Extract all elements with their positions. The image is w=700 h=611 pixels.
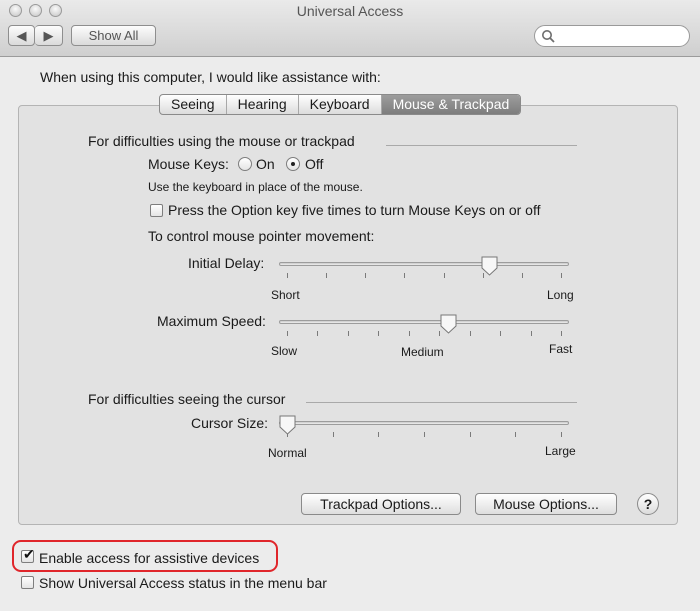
section-divider: [306, 402, 577, 403]
assistive-devices-label: Enable access for assistive devices: [39, 550, 260, 566]
slider-tick: [378, 331, 380, 336]
slider-tick: [365, 273, 367, 278]
slider-tick: [332, 432, 334, 437]
checkmark-icon: ✔: [23, 546, 35, 562]
mouse-keys-on-radio[interactable]: [238, 157, 252, 171]
slider-tick: [408, 331, 410, 336]
slider-tick: [326, 273, 328, 278]
cursor-section-title: For difficulties seeing the cursor: [88, 391, 286, 407]
maximum-speed-label: Maximum Speed:: [157, 313, 266, 329]
cursor-size-slider-thumb[interactable]: [279, 415, 296, 435]
back-button[interactable]: ◀: [8, 25, 35, 46]
show-all-button[interactable]: Show All: [71, 25, 156, 46]
search-icon: [542, 30, 555, 43]
tab-bar: Seeing Hearing Keyboard Mouse & Trackpad: [159, 94, 522, 115]
slider-tick: [469, 331, 471, 336]
slider-tick: [500, 331, 502, 336]
tab-mouse-trackpad[interactable]: Mouse & Trackpad: [381, 95, 521, 114]
cursor-size-max-label: Large: [545, 444, 576, 458]
intro-text: When using this computer, I would like a…: [40, 69, 381, 85]
slider-tick: [378, 432, 380, 437]
section-divider: [386, 145, 577, 146]
mouse-section-title: For difficulties using the mouse or trac…: [88, 133, 355, 149]
slider-tick: [561, 331, 562, 336]
tab-hearing[interactable]: Hearing: [227, 95, 299, 114]
option-key-label: Press the Option key five times to turn …: [168, 202, 541, 218]
status-menu-checkbox[interactable]: [21, 576, 34, 589]
slider-tick: [347, 331, 349, 336]
slider-tick: [561, 273, 562, 278]
mouse-keys-label: Mouse Keys:: [148, 156, 229, 172]
mouse-options-button[interactable]: Mouse Options...: [475, 493, 617, 515]
assistive-devices-checkbox[interactable]: ✔: [21, 546, 35, 563]
maximum-speed-slider-thumb[interactable]: [440, 314, 457, 334]
help-button[interactable]: ?: [637, 493, 659, 515]
slider-tick: [469, 432, 471, 437]
window-title: Universal Access: [296, 3, 404, 19]
slider-tick: [530, 331, 532, 336]
initial-delay-min-label: Short: [271, 288, 300, 302]
forward-button[interactable]: ▶: [35, 25, 63, 46]
maximum-speed-track[interactable]: [279, 320, 569, 324]
slider-tick: [561, 432, 562, 437]
slider-tick: [287, 273, 288, 278]
cursor-size-min-label: Normal: [268, 446, 307, 460]
initial-delay-track[interactable]: [279, 262, 569, 266]
maximum-speed-min-label: Slow: [271, 344, 298, 358]
mouse-keys-hint: Use the keyboard in place of the mouse.: [148, 180, 363, 194]
forward-arrow-icon: ▶: [43, 28, 54, 43]
slider-tick: [521, 273, 523, 278]
status-menu-label: Show Universal Access status in the menu…: [39, 575, 327, 591]
mouse-keys-off-label: Off: [305, 156, 324, 172]
slider-tick: [317, 331, 319, 336]
pointer-heading: To control mouse pointer movement:: [148, 228, 375, 244]
trackpad-options-button[interactable]: Trackpad Options...: [301, 493, 461, 515]
cursor-size-label: Cursor Size:: [191, 415, 269, 431]
slider-tick: [404, 273, 406, 278]
tab-seeing[interactable]: Seeing: [160, 95, 227, 114]
initial-delay-slider-thumb[interactable]: [481, 256, 498, 276]
slider-tick: [287, 331, 288, 336]
maximum-speed-mid-label: Medium: [401, 345, 444, 359]
slider-tick: [443, 273, 445, 278]
search-input[interactable]: [534, 25, 690, 47]
maximum-speed-max-label: Fast: [549, 342, 573, 356]
tab-panel: [18, 105, 678, 525]
mouse-keys-off-radio[interactable]: [286, 157, 300, 171]
initial-delay-max-label: Long: [547, 288, 574, 302]
slider-tick: [424, 432, 425, 437]
tab-keyboard[interactable]: Keyboard: [299, 95, 382, 114]
mouse-keys-on-label: On: [256, 156, 275, 172]
radio-selected-dot: [291, 162, 295, 166]
cursor-size-track[interactable]: [279, 421, 569, 425]
initial-delay-label: Initial Delay:: [188, 255, 265, 271]
back-arrow-icon: ◀: [16, 28, 27, 43]
window-toolbar: Universal Access ◀ ▶ Show All: [0, 0, 700, 57]
slider-tick: [515, 432, 517, 437]
option-key-checkbox[interactable]: [150, 204, 163, 217]
